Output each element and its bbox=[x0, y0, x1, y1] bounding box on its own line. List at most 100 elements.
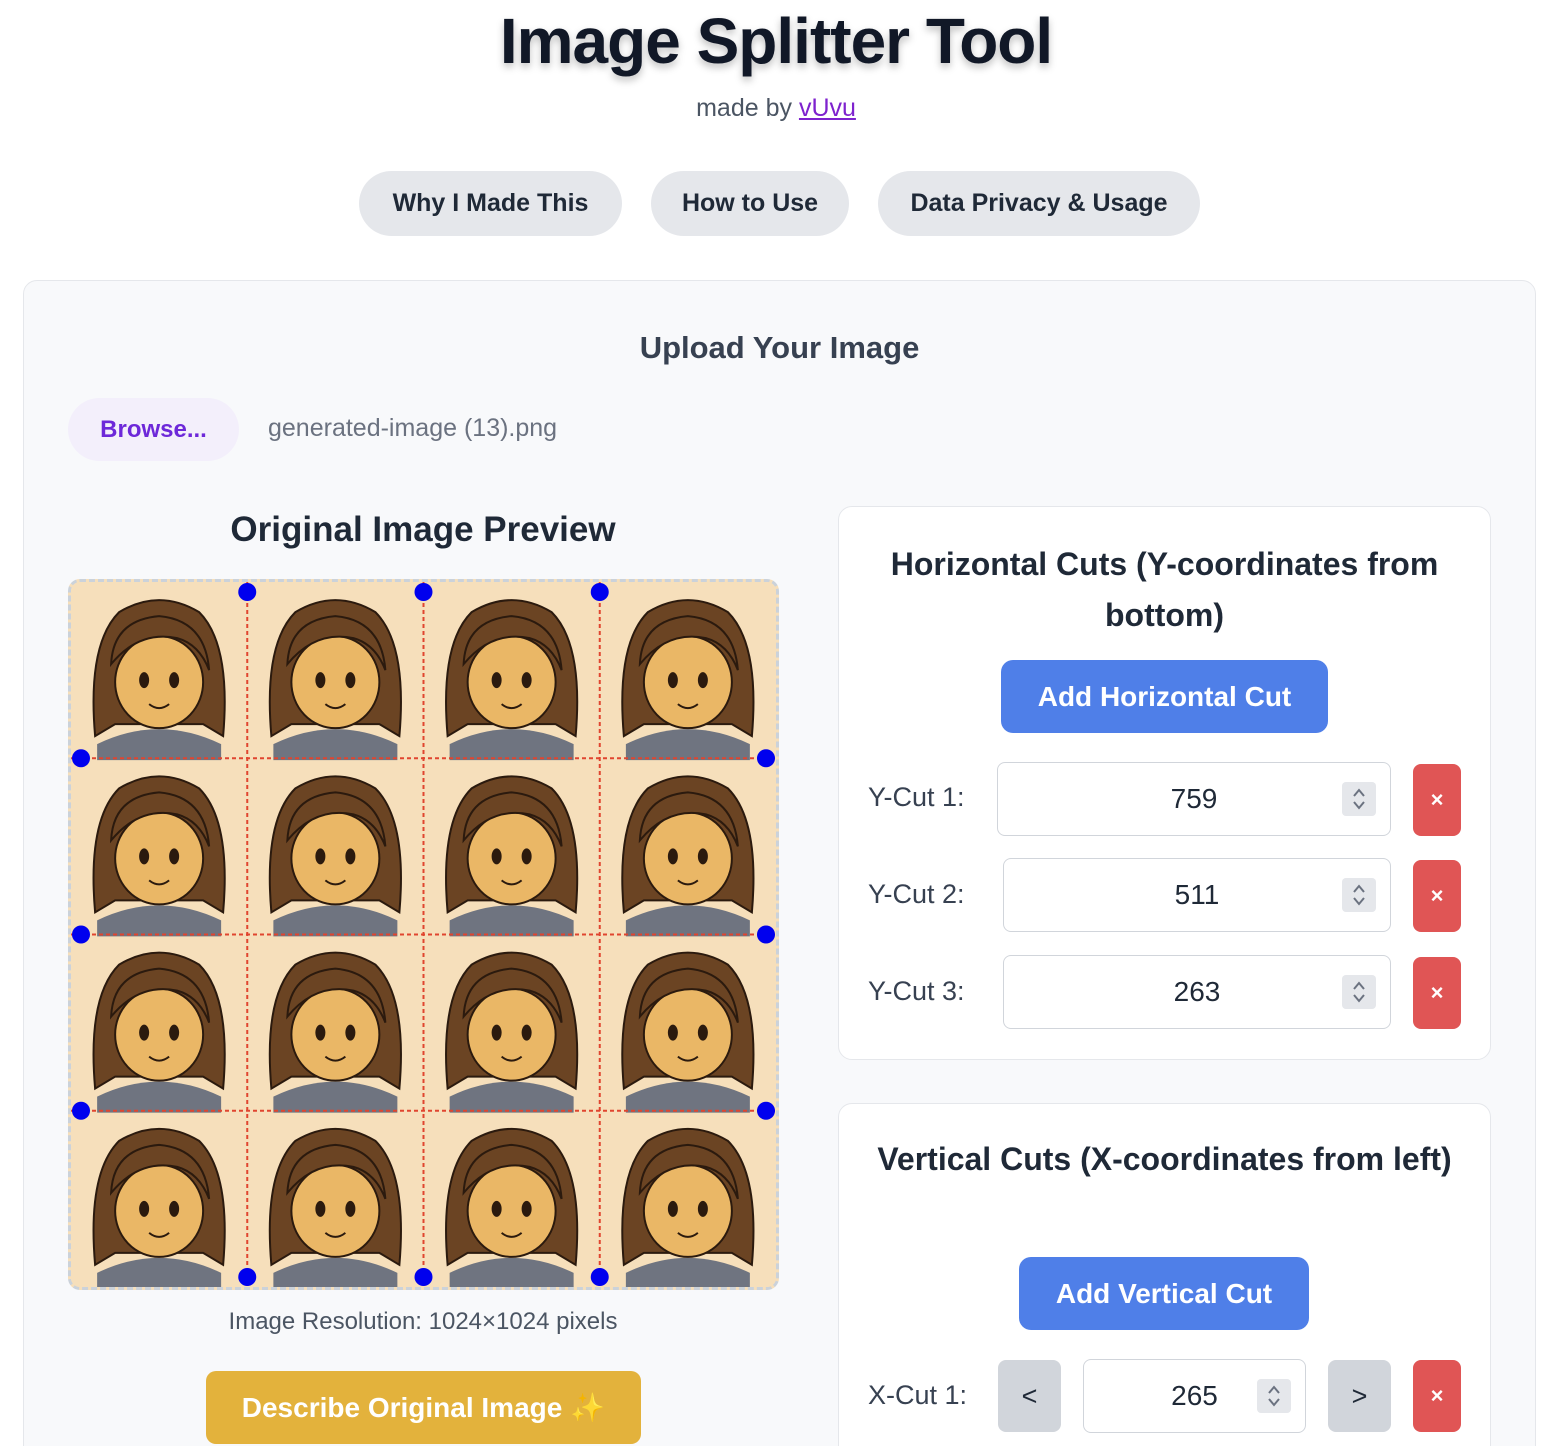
spinner-icon[interactable] bbox=[1342, 975, 1376, 1009]
character-eye bbox=[667, 1200, 678, 1217]
cut-handle bbox=[590, 1268, 609, 1286]
cut-handle bbox=[757, 1101, 775, 1120]
browse-button[interactable]: Browse... bbox=[68, 398, 239, 461]
vertical-cuts-heading: Vertical Cuts (X-coordinates from left) bbox=[877, 1141, 1452, 1177]
delete-y-cut-button[interactable]: × bbox=[1413, 860, 1461, 932]
delete-y-cut-button[interactable]: × bbox=[1413, 957, 1461, 1029]
cut-handle bbox=[414, 583, 433, 601]
page-title: Image Splitter Tool bbox=[499, 5, 1053, 77]
character-eye bbox=[345, 1024, 356, 1041]
horizontal-cuts-heading: Horizontal Cuts (Y-coordinates from bott… bbox=[890, 546, 1439, 633]
spinner-icon[interactable] bbox=[1342, 878, 1376, 912]
add-horizontal-cut-button[interactable]: Add Horizontal Cut bbox=[1001, 660, 1328, 733]
character-eye bbox=[521, 1024, 532, 1041]
author-link[interactable]: vUvu bbox=[799, 94, 856, 122]
image-preview[interactable] bbox=[68, 579, 779, 1290]
character-eye bbox=[139, 1024, 150, 1041]
cut-handle bbox=[72, 1101, 90, 1120]
selected-filename: generated-image (13).png bbox=[268, 414, 558, 442]
cut-handle bbox=[757, 925, 775, 944]
character-face bbox=[466, 811, 557, 906]
character-eye bbox=[139, 848, 150, 865]
cut-handle bbox=[757, 749, 775, 768]
character-face bbox=[290, 987, 381, 1082]
character-eye bbox=[315, 848, 326, 865]
x-cut-prev-button[interactable]: < bbox=[998, 1360, 1061, 1432]
character-eye bbox=[315, 672, 326, 689]
character-face bbox=[114, 811, 205, 906]
character-face bbox=[290, 811, 381, 906]
character-face bbox=[114, 987, 205, 1082]
character-face bbox=[466, 987, 557, 1082]
character-face bbox=[290, 635, 381, 730]
character-eye bbox=[697, 1024, 708, 1041]
character-face bbox=[466, 1163, 557, 1258]
why-i-made-this-button[interactable]: Why I Made This bbox=[359, 171, 622, 236]
sparkle-icon: ✨ bbox=[570, 1392, 606, 1423]
character-face bbox=[290, 1163, 381, 1258]
cut-handle bbox=[238, 583, 257, 601]
cut-handle bbox=[72, 749, 90, 768]
cut-handle bbox=[414, 1268, 433, 1286]
y-cut-value: 511 bbox=[1174, 879, 1220, 910]
character-eye bbox=[491, 672, 502, 689]
describe-image-button[interactable]: Describe Original Image ✨ bbox=[206, 1371, 641, 1444]
x-cut-input[interactable]: 265 bbox=[1083, 1359, 1306, 1433]
x-cut-label: X-Cut 1: bbox=[868, 1380, 968, 1410]
image-resolution: Image Resolution: 1024×1024 pixels bbox=[228, 1308, 618, 1335]
image-preview-canvas[interactable] bbox=[71, 582, 776, 1287]
cut-handle bbox=[72, 925, 90, 944]
character-face bbox=[114, 1163, 205, 1258]
character-eye bbox=[521, 672, 532, 689]
describe-label: Describe Original Image bbox=[241, 1391, 563, 1423]
character-face bbox=[114, 635, 205, 730]
y-cut-value: 263 bbox=[1173, 976, 1221, 1007]
character-eye bbox=[521, 1200, 532, 1217]
how-to-use-button[interactable]: How to Use bbox=[651, 171, 849, 236]
character-eye bbox=[169, 1200, 180, 1217]
character-eye bbox=[521, 848, 532, 865]
character-face bbox=[642, 987, 733, 1082]
x-cut-next-button[interactable]: > bbox=[1328, 1360, 1391, 1432]
y-cut-input[interactable]: 263 bbox=[1003, 955, 1391, 1029]
upload-heading: Upload Your Image bbox=[639, 330, 920, 365]
y-cut-input[interactable]: 511 bbox=[1003, 858, 1391, 932]
made-by-text: made by bbox=[696, 94, 792, 122]
character-eye bbox=[169, 1024, 180, 1041]
character-face bbox=[466, 635, 557, 730]
add-vertical-cut-button[interactable]: Add Vertical Cut bbox=[1019, 1257, 1309, 1330]
spinner-icon[interactable] bbox=[1257, 1379, 1291, 1413]
character-face bbox=[642, 1163, 733, 1258]
cut-handle bbox=[590, 583, 609, 601]
y-cut-value: 759 bbox=[1170, 783, 1218, 814]
character-eye bbox=[697, 848, 708, 865]
cut-handle bbox=[238, 1268, 257, 1286]
character-eye bbox=[697, 672, 708, 689]
character-eye bbox=[345, 1200, 356, 1217]
y-cut-input[interactable]: 759 bbox=[997, 762, 1391, 836]
character-eye bbox=[315, 1024, 326, 1041]
character-eye bbox=[169, 848, 180, 865]
delete-y-cut-button[interactable]: × bbox=[1413, 764, 1461, 836]
character-eye bbox=[491, 1024, 502, 1041]
character-eye bbox=[667, 1024, 678, 1041]
character-face bbox=[642, 635, 733, 730]
y-cut-label: Y-Cut 3: bbox=[868, 976, 965, 1006]
character-eye bbox=[667, 672, 678, 689]
character-eye bbox=[139, 672, 150, 689]
character-eye bbox=[667, 848, 678, 865]
preview-heading: Original Image Preview bbox=[230, 510, 616, 549]
character-eye bbox=[697, 1200, 708, 1217]
character-eye bbox=[491, 848, 502, 865]
character-eye bbox=[139, 1200, 150, 1217]
spinner-icon[interactable] bbox=[1342, 782, 1376, 816]
character-face bbox=[642, 811, 733, 906]
character-eye bbox=[315, 1200, 326, 1217]
y-cut-label: Y-Cut 1: bbox=[868, 782, 965, 812]
character-eye bbox=[345, 848, 356, 865]
data-privacy-button[interactable]: Data Privacy & Usage bbox=[878, 171, 1200, 236]
x-cut-value: 265 bbox=[1171, 1380, 1218, 1411]
delete-x-cut-button[interactable]: × bbox=[1413, 1360, 1461, 1432]
character-eye bbox=[345, 672, 356, 689]
y-cut-label: Y-Cut 2: bbox=[868, 879, 965, 909]
